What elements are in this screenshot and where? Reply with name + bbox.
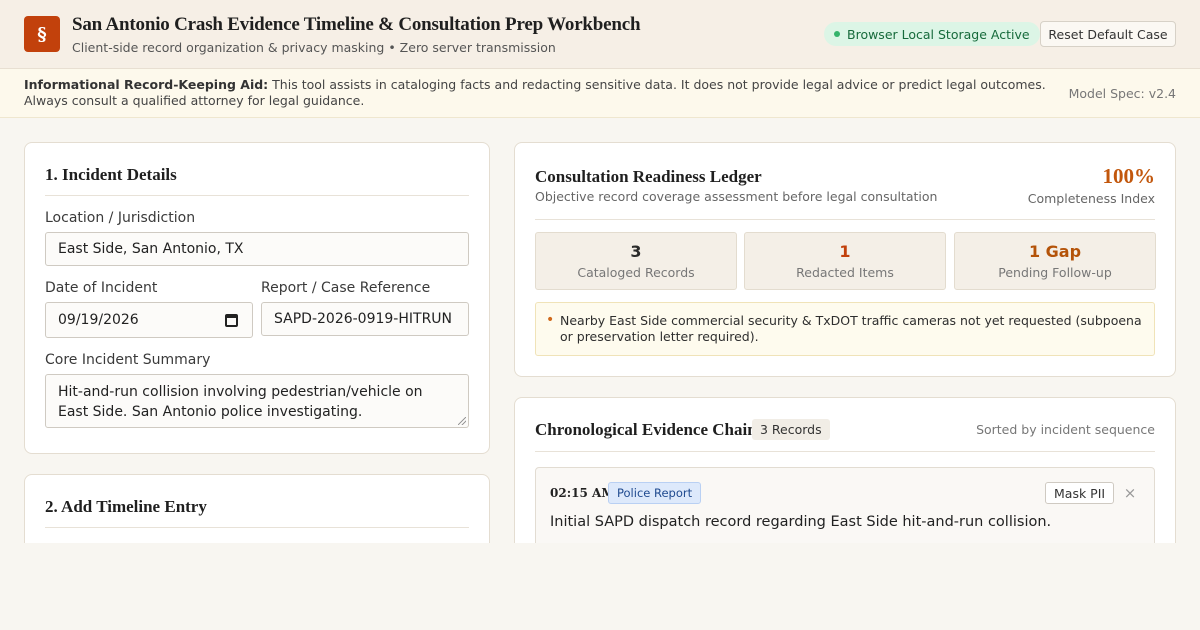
storage-status-badge: Browser Local Storage Active: [824, 22, 1040, 46]
divider: [45, 195, 469, 196]
page-background: [0, 543, 1200, 630]
entry-type-badge: Police Report: [608, 482, 702, 504]
bullet-icon: •: [546, 312, 555, 328]
gap-notice: • Nearby East Side commercial security &…: [535, 302, 1155, 356]
stat-value: 1: [839, 242, 851, 261]
location-label: Location / Jurisdiction: [45, 210, 196, 226]
location-input[interactable]: East Side, San Antonio, TX: [45, 232, 469, 266]
divider: [45, 527, 469, 528]
stat-label: Cataloged Records: [577, 265, 695, 280]
app-title: San Antonio Crash Evidence Timeline & Co…: [72, 14, 641, 35]
stat-redacted-items: 1 Redacted Items: [744, 232, 946, 290]
add-timeline-entry-title: 2. Add Timeline Entry: [45, 497, 207, 516]
entry-time: 02:15 AM: [550, 486, 615, 500]
disclaimer-banner: Informational Record-Keeping Aid: This t…: [0, 69, 1200, 118]
app-subtitle: Client-side record organization & privac…: [72, 40, 556, 55]
date-label: Date of Incident: [45, 280, 158, 296]
disclaimer-text: Informational Record-Keeping Aid: This t…: [24, 77, 1064, 109]
record-count-badge: 3 Records: [752, 419, 830, 440]
summary-value: Hit-and-run collision involving pedestri…: [58, 384, 423, 420]
entry-description: Initial SAPD dispatch record regarding E…: [550, 514, 1052, 530]
reset-default-case-button[interactable]: Reset Default Case: [1040, 21, 1176, 47]
gap-notice-text: Nearby East Side commercial security & T…: [560, 313, 1142, 344]
stat-pending-follow-up: 1 Gap Pending Follow-up: [954, 232, 1156, 290]
ledger-title: Consultation Readiness Ledger: [535, 167, 762, 186]
storage-status-label: Browser Local Storage Active: [847, 26, 1030, 42]
app-header: § San Antonio Crash Evidence Timeline & …: [0, 0, 1200, 69]
sort-note: Sorted by incident sequence: [976, 422, 1155, 437]
stat-value: 1 Gap: [1028, 242, 1082, 261]
stat-label: Redacted Items: [796, 265, 894, 280]
reference-input[interactable]: SAPD-2026-0919-HITRUN: [261, 302, 469, 336]
evidence-chain-title: Chronological Evidence Chain: [535, 420, 757, 439]
date-input[interactable]: 09/19/2026: [45, 302, 253, 338]
mask-pii-button[interactable]: Mask PII: [1045, 482, 1115, 504]
divider: [535, 451, 1155, 452]
stat-cataloged-records: 3 Cataloged Records: [535, 232, 737, 290]
stat-value: 3: [630, 242, 642, 261]
summary-label: Core Incident Summary: [45, 352, 211, 368]
resize-grip-icon[interactable]: [458, 417, 466, 425]
divider: [535, 219, 1155, 220]
completeness-value: 100%: [1102, 164, 1156, 188]
completeness-label: Completeness Index: [1027, 191, 1155, 206]
reference-label: Report / Case Reference: [261, 280, 431, 296]
status-dot-icon: [834, 31, 840, 37]
model-spec-label: Model Spec: v2.4: [1068, 86, 1176, 101]
stat-label: Pending Follow-up: [998, 265, 1112, 280]
incident-details-title: 1. Incident Details: [45, 165, 177, 184]
readiness-ledger-card: Consultation Readiness Ledger Objective …: [514, 142, 1176, 377]
calendar-icon[interactable]: [225, 314, 238, 327]
ledger-subtitle: Objective record coverage assessment bef…: [535, 189, 938, 204]
close-icon[interactable]: ×: [1123, 483, 1137, 503]
summary-textarea[interactable]: Hit-and-run collision involving pedestri…: [45, 374, 469, 428]
incident-details-card: 1. Incident Details Location / Jurisdict…: [24, 142, 490, 454]
section-sign-logo-icon: §: [24, 16, 60, 52]
disclaimer-lead: Informational Record-Keeping Aid:: [24, 77, 269, 92]
date-value: 09/19/2026: [58, 312, 139, 328]
